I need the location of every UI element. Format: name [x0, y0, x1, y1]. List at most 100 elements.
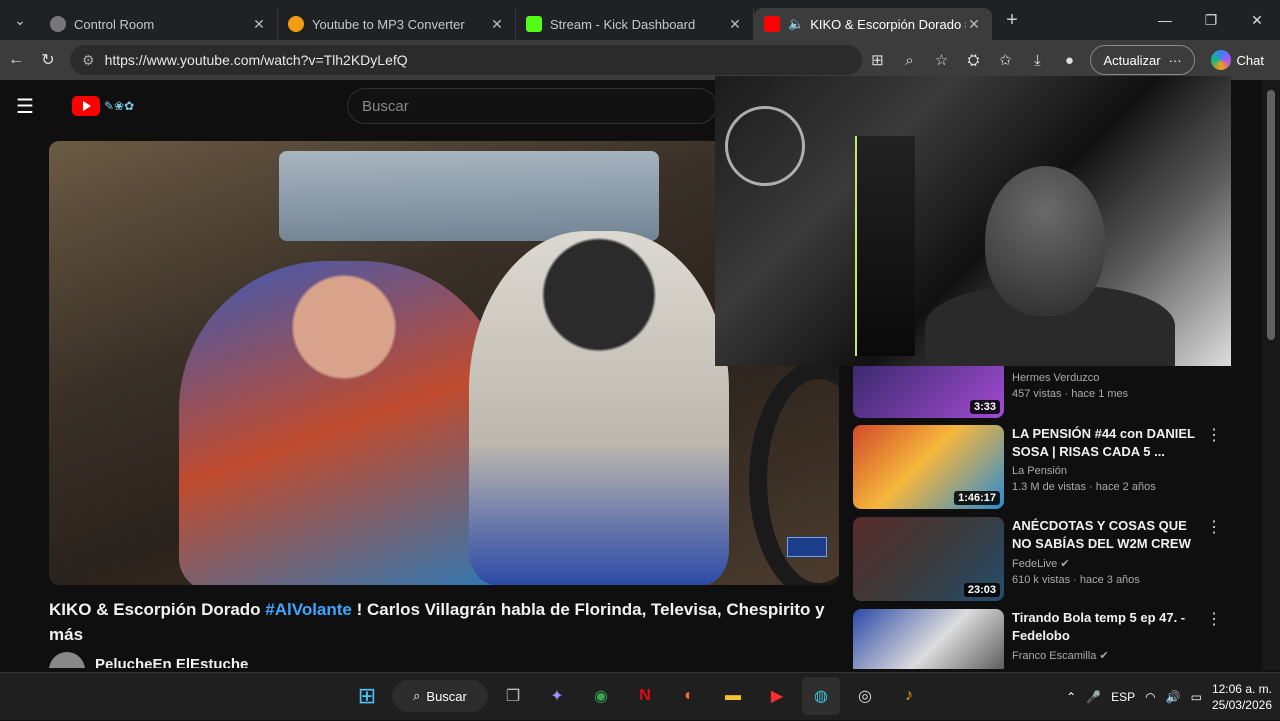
page-scrollbar[interactable] [1262, 80, 1280, 670]
search-input[interactable]: Buscar [347, 88, 717, 124]
wifi-icon[interactable]: ◠ [1145, 690, 1155, 704]
more-options-icon[interactable]: ⋮ [1206, 609, 1222, 669]
duration-badge: 1:46:17 [954, 491, 1000, 505]
close-icon[interactable]: ✕ [251, 16, 267, 33]
clock-date: 25/03/2026 [1211, 698, 1272, 712]
video-title[interactable]: Tirando Bola temp 5 ep 47. - Fedelobo [1012, 609, 1202, 645]
back-arrow-icon[interactable]: ← [0, 42, 32, 78]
fl-studio-icon[interactable]: ♪ [890, 677, 928, 715]
verified-icon: ✔ [1060, 558, 1070, 570]
tab-bar: ⌄ Control Room ✕ Youtube to MP3 Converte… [0, 0, 1280, 40]
taskbar-search[interactable]: ⌕ Buscar [392, 680, 488, 712]
video-thumbnail[interactable] [853, 609, 1004, 669]
volume-icon[interactable]: 🔊 [1166, 690, 1181, 704]
media-player-icon[interactable]: ▶ [758, 677, 796, 715]
update-button[interactable]: Actualizar ··· [1090, 45, 1195, 75]
gear-icon [50, 16, 66, 32]
channel-name[interactable]: FedeLive [1012, 558, 1057, 570]
firefox-icon [288, 16, 304, 32]
download-icon[interactable]: ⤓ [1022, 45, 1052, 75]
hashtag-link[interactable]: #AlVolante [265, 600, 352, 619]
channel-name[interactable]: La Pensión [1012, 465, 1202, 477]
search-icon: ⌕ [413, 688, 421, 703]
new-tab-button[interactable]: + [992, 9, 1032, 32]
copilot-icon [1210, 50, 1231, 70]
copilot-app-icon[interactable]: ✦ [538, 677, 576, 715]
restore-icon[interactable]: ❐ [1188, 0, 1234, 40]
profile-avatar-icon[interactable]: ● [1054, 45, 1084, 75]
obs-studio-icon[interactable]: ◎ [846, 677, 884, 715]
video-thumbnail[interactable]: 3:33 [853, 366, 1004, 418]
more-options-icon[interactable]: ⋮ [1206, 425, 1222, 511]
windows-start-icon[interactable]: ⊞ [348, 677, 386, 715]
close-window-icon[interactable]: ✕ [1234, 0, 1280, 40]
tab-kick-dashboard[interactable]: Stream - Kick Dashboard ✕ [516, 8, 754, 40]
toolbar-icons: ⊞ ⌕ ☆ ⛭ ✩ ⤓ ● Actualizar ··· Chat [862, 45, 1280, 75]
youtube-logo[interactable]: ✎❀✿ [72, 96, 134, 116]
search-placeholder: Buscar [362, 97, 409, 115]
video-thumbnail[interactable]: 1:46:17 [853, 425, 1004, 509]
tab-control-room[interactable]: Control Room ✕ [40, 8, 278, 40]
fan-shape [725, 106, 805, 186]
close-icon[interactable]: ✕ [489, 16, 505, 33]
obs-like-icon[interactable]: ◐ [670, 677, 708, 715]
channel-avatar[interactable] [49, 652, 85, 668]
video-title[interactable]: LA PENSIÓN #44 con DANIEL SOSA | RISAS C… [1012, 425, 1202, 461]
site-info-icon[interactable]: ⚙ [82, 52, 95, 69]
doodle-icon: ✎❀✿ [104, 99, 135, 113]
refresh-icon[interactable]: ↻ [32, 42, 64, 78]
battery-icon[interactable]: ▭ [1191, 690, 1202, 704]
chrome-icon[interactable]: ◉ [582, 677, 620, 715]
menu-hamburger-icon[interactable]: ☰ [16, 94, 56, 119]
clock-time: 12:06 a. m. [1211, 682, 1272, 696]
person-face [985, 166, 1105, 316]
scrollbar-thumb[interactable] [1267, 90, 1275, 340]
copilot-chat-button[interactable]: Chat [1203, 45, 1272, 75]
zoom-icon[interactable]: ⌕ [894, 45, 924, 75]
language-indicator[interactable]: ESP [1111, 690, 1135, 704]
favorite-star-icon[interactable]: ☆ [926, 45, 956, 75]
minimize-icon[interactable]: — [1142, 0, 1188, 40]
app-available-icon[interactable]: ⊞ [862, 45, 892, 75]
video-title[interactable]: ANÉCDOTAS Y COSAS QUE NO SABÍAS DEL W2M … [1012, 517, 1202, 553]
netflix-icon[interactable]: N [626, 677, 664, 715]
channel-name[interactable]: Franco Escamilla [1012, 650, 1096, 662]
file-explorer-icon[interactable]: ▬ [714, 677, 752, 715]
taskbar-apps: ⊞ ⌕ Buscar ❐ ✦ ◉ N ◐ ▬ ▶ ◍ ◎ ♪ [348, 677, 928, 715]
microphone-icon[interactable]: 🎤 [1086, 690, 1101, 704]
clock[interactable]: 12:06 a. m. 25/03/2026 [1212, 681, 1272, 713]
tab-title: Control Room [74, 16, 155, 32]
more-options-icon[interactable]: ⋮ [1206, 517, 1222, 603]
recommendation-item[interactable]: Tirando Bola temp 5 ep 47. - Fedelobo Fr… [853, 609, 1233, 669]
title-part: KIKO & Escorpión Dorado [49, 600, 266, 619]
view-stats: 457 vistas · hace 1 mes [1012, 388, 1129, 400]
window-controls: — ❐ ✕ [1142, 0, 1280, 40]
tray-chevron-icon[interactable]: ⌃ [1066, 690, 1076, 704]
tab-youtube-video[interactable]: 🔈 KIKO & Escorpión Dorado #Al ✕ [754, 8, 992, 40]
recommendation-item[interactable]: 23:03 ANÉCDOTAS Y COSAS QUE NO SABÍAS DE… [853, 517, 1233, 603]
youtube-logo-icon [72, 96, 100, 116]
kick-icon [526, 16, 542, 32]
favorites-icon[interactable]: ✩ [990, 45, 1020, 75]
close-icon[interactable]: ✕ [727, 16, 743, 33]
close-icon[interactable]: ✕ [966, 16, 982, 33]
recommendation-item[interactable]: 1:46:17 LA PENSIÓN #44 con DANIEL SOSA |… [853, 425, 1233, 511]
extensions-icon[interactable]: ⛭ [958, 45, 988, 75]
url-text: https://www.youtube.com/watch?v=Tlh2KDyL… [104, 52, 408, 68]
edge-icon[interactable]: ◍ [802, 677, 840, 715]
video-thumbnail[interactable]: 23:03 [853, 517, 1004, 601]
video-meta: ANÉCDOTAS Y COSAS QUE NO SABÍAS DEL W2M … [1012, 517, 1202, 603]
channel-row: PelucheEn ElEstuche [49, 652, 839, 668]
channel-name[interactable]: PelucheEn ElEstuche [95, 656, 248, 668]
tab-list-chevron-icon[interactable]: ⌄ [0, 0, 40, 40]
driver-masked-figure [469, 231, 729, 585]
verified-icon: ✔ [1099, 650, 1109, 662]
tab-title: Stream - Kick Dashboard [550, 16, 696, 32]
tab-mp3-converter[interactable]: Youtube to MP3 Converter ✕ [278, 8, 516, 40]
duration-badge: 3:33 [969, 400, 1000, 414]
channel-name[interactable]: Hermes Verduzco [1012, 372, 1202, 384]
task-view-icon[interactable]: ❐ [494, 677, 532, 715]
url-field[interactable]: ⚙ https://www.youtube.com/watch?v=Tlh2KD… [70, 45, 863, 75]
speaker-icon[interactable]: 🔈 [788, 16, 804, 32]
more-dots-icon: ··· [1168, 52, 1182, 68]
